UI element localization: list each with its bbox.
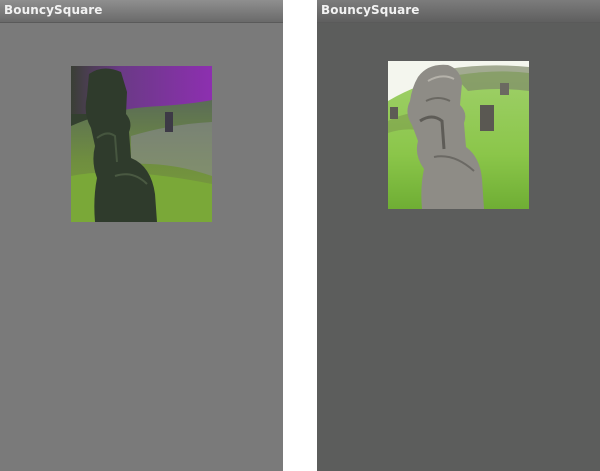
right-app-title: BouncySquare xyxy=(321,3,420,17)
comparison-view: BouncySquare BouncySquare xyxy=(0,0,600,471)
bouncy-square-image[interactable] xyxy=(388,61,529,209)
right-app-screen: BouncySquare xyxy=(317,0,600,471)
moai-image-natural xyxy=(388,61,529,209)
left-app-screen: BouncySquare xyxy=(0,0,283,471)
bouncy-square-image[interactable] xyxy=(71,66,212,222)
moai-image-tinted xyxy=(71,66,212,222)
left-title-bar: BouncySquare xyxy=(0,0,283,23)
left-app-title: BouncySquare xyxy=(4,3,103,17)
right-title-bar: BouncySquare xyxy=(317,0,600,23)
